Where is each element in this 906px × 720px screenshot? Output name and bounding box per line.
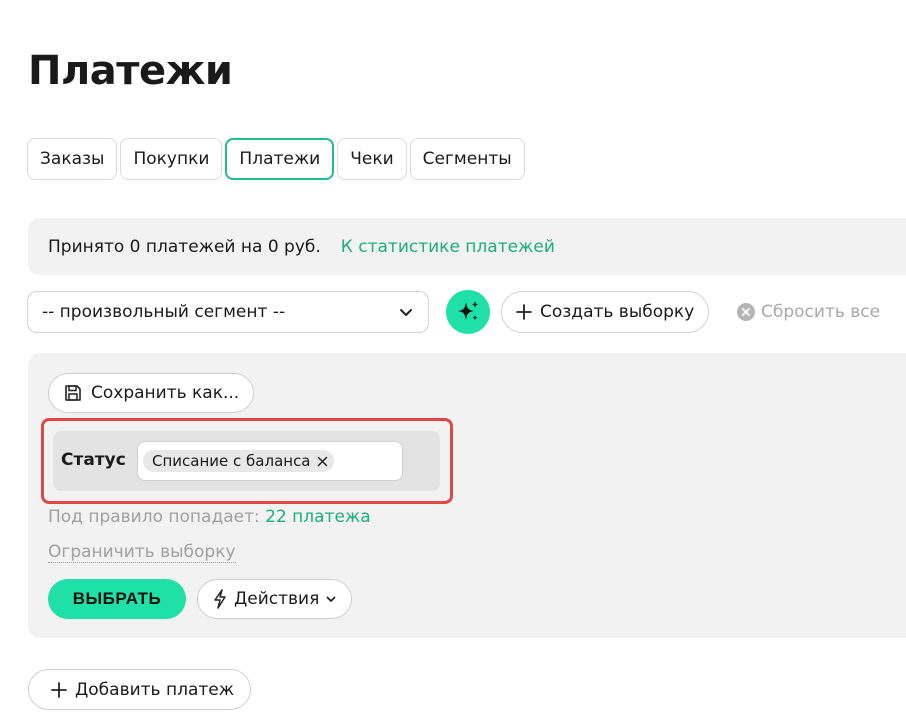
rule-match-text: Под правило попадает: 22 платежа <box>48 507 371 527</box>
plus-icon <box>516 304 532 320</box>
status-filter-input[interactable]: Списание с баланса <box>137 441 403 481</box>
rule-match-count-link[interactable]: 22 платежа <box>265 507 371 527</box>
reset-all-button[interactable]: Сбросить все <box>737 291 880 333</box>
close-circle-icon <box>737 303 755 321</box>
tab-segments[interactable]: Сегменты <box>409 138 525 180</box>
payments-stats-link[interactable]: К статистике платежей <box>341 237 555 257</box>
tab-receipts[interactable]: Чеки <box>337 138 407 180</box>
add-payment-label: Добавить платеж <box>75 679 235 700</box>
status-filter-label: Статус <box>61 450 126 470</box>
close-icon[interactable] <box>317 456 328 467</box>
save-as-button[interactable]: Сохранить как... <box>48 373 255 413</box>
reset-all-label: Сбросить все <box>761 302 881 322</box>
status-filter-row: Статус Списание с баланса <box>53 431 440 491</box>
segment-select-value: -- произвольный сегмент -- <box>42 302 286 322</box>
chevron-down-icon <box>325 593 337 605</box>
segment-toolbar: -- произвольный сегмент -- Создать выбор… <box>27 290 906 334</box>
plus-icon <box>51 681 67 698</box>
create-selection-button[interactable]: Создать выборку <box>501 291 710 333</box>
select-button[interactable]: ВЫБРАТЬ <box>48 579 186 619</box>
add-payment-button[interactable]: Добавить платеж <box>28 669 252 710</box>
status-filter-highlight: Статус Списание с баланса <box>41 418 453 504</box>
status-chip: Списание с баланса <box>143 450 334 472</box>
filter-panel: Сохранить как... Статус Списание с балан… <box>28 353 906 638</box>
tab-orders[interactable]: Заказы <box>27 138 118 180</box>
segment-select[interactable]: -- произвольный сегмент -- <box>27 291 429 333</box>
floppy-disk-icon <box>63 383 83 403</box>
actions-label: Действия <box>234 589 320 609</box>
tab-payments[interactable]: Платежи <box>225 138 335 180</box>
status-chip-label: Списание с баланса <box>152 452 311 470</box>
actions-dropdown-button[interactable]: Действия <box>197 579 353 619</box>
limit-selection-link[interactable]: Ограничить выборку <box>48 542 236 563</box>
sparkles-icon <box>455 299 481 325</box>
chevron-down-icon <box>398 304 414 320</box>
payments-summary-text: Принято 0 платежей на 0 руб. <box>48 236 321 257</box>
tab-bar: Заказы Покупки Платежи Чеки Сегменты <box>27 138 525 180</box>
save-as-label: Сохранить как... <box>91 383 240 403</box>
lightning-icon <box>212 589 228 609</box>
page-title: Платежи <box>28 48 233 94</box>
payments-summary-bar: Принято 0 платежей на 0 руб. К статистик… <box>28 218 906 275</box>
ai-assistant-button[interactable] <box>446 290 490 334</box>
create-selection-label: Создать выборку <box>540 302 695 322</box>
tab-purchases[interactable]: Покупки <box>120 138 223 180</box>
rule-match-prefix: Под правило попадает: <box>48 507 260 527</box>
